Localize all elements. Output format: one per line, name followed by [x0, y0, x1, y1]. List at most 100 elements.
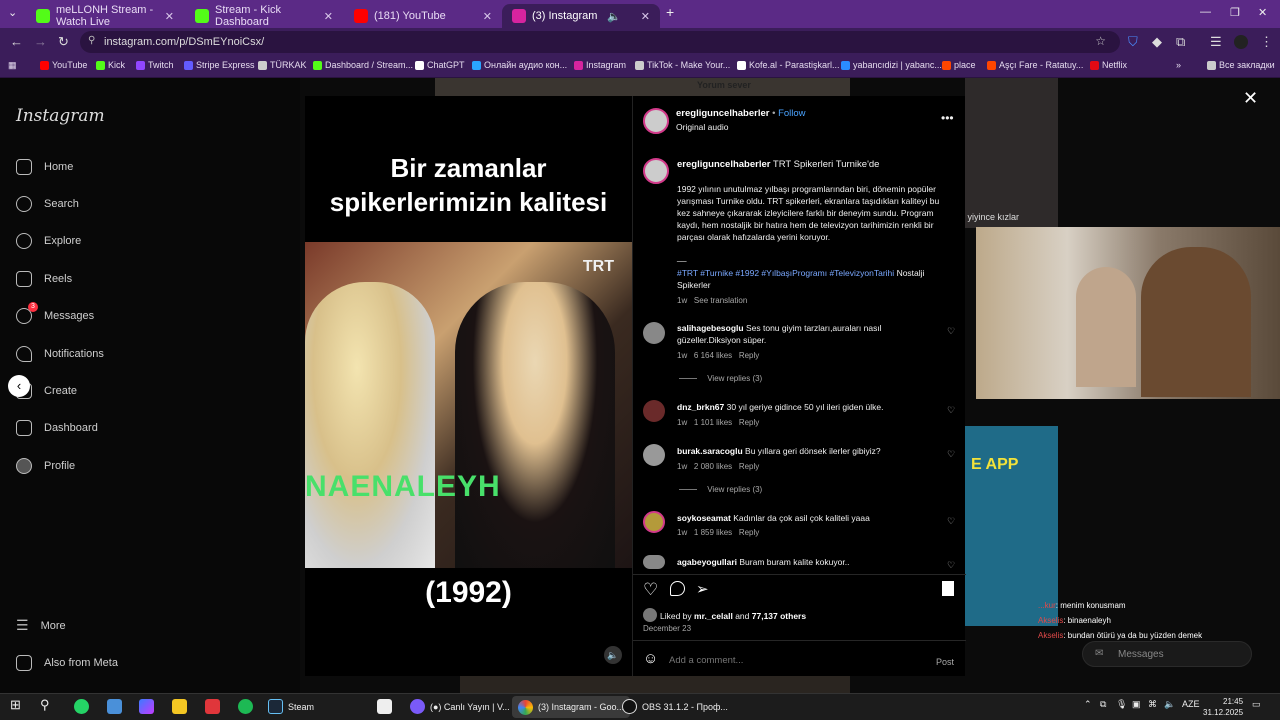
- sidebar-item-more[interactable]: ☰ More: [16, 617, 66, 634]
- comment-username[interactable]: burak.saracoglu: [677, 446, 743, 456]
- save-bookmark-icon[interactable]: [942, 581, 954, 596]
- search-icon[interactable]: ⚲: [40, 697, 50, 713]
- emoji-icon[interactable]: ☺: [643, 650, 658, 667]
- hashtags[interactable]: #TRT #Turnike #1992 #YılbaşıProgramı #Te…: [677, 268, 894, 278]
- spotify-taskbar-button[interactable]: [238, 699, 253, 714]
- capcut-taskbar-button[interactable]: [377, 699, 392, 714]
- restore-icon[interactable]: ❐: [1230, 6, 1240, 19]
- follow-button[interactable]: Follow: [778, 108, 805, 119]
- windows-start-icon[interactable]: ⊞: [10, 697, 21, 713]
- bookmark-twitch[interactable]: Twitch: [136, 60, 174, 70]
- view-replies[interactable]: View replies (3): [679, 485, 762, 494]
- original-audio-link[interactable]: Original audio: [676, 121, 728, 133]
- comment-username[interactable]: dnz_brkn67: [677, 402, 724, 412]
- sidebar-item-search[interactable]: Search: [16, 196, 79, 212]
- instagram-taskbar-button[interactable]: (3) Instagram - Goo...: [512, 696, 631, 718]
- profile-avatar-icon[interactable]: [1234, 35, 1248, 49]
- apps-grid-icon[interactable]: ▦: [8, 60, 17, 71]
- liked-by-user[interactable]: mr._celall: [694, 611, 733, 621]
- close-tab-icon[interactable]: ✕: [165, 10, 174, 23]
- tab-list-icon[interactable]: ☰: [1210, 34, 1222, 50]
- comment-likes[interactable]: 6 164 likes: [694, 351, 732, 360]
- messages-pill[interactable]: ✉ Messages: [1082, 641, 1252, 667]
- tray-network-icon[interactable]: ⌘: [1148, 699, 1157, 710]
- bookmark-dashboard[interactable]: Dashboard / Stream...: [313, 60, 413, 70]
- close-window-icon[interactable]: ✕: [1258, 6, 1267, 19]
- bookmark-star-icon[interactable]: ☆: [1095, 34, 1106, 48]
- sidebar-item-meta[interactable]: Also from Meta: [16, 655, 118, 671]
- more-bookmarks-icon[interactable]: »: [1176, 60, 1181, 70]
- close-tab-icon[interactable]: ✕: [483, 10, 492, 23]
- like-icon[interactable]: ♡: [643, 580, 658, 600]
- speaker-icon[interactable]: 🔈: [607, 10, 621, 23]
- comment-like-icon[interactable]: ♡: [947, 326, 955, 337]
- commenter-avatar[interactable]: [643, 511, 665, 533]
- likes-count[interactable]: 77,137 others: [752, 611, 806, 621]
- all-bookmarks[interactable]: Все закладки: [1207, 60, 1275, 70]
- commenter-avatar[interactable]: [643, 444, 665, 466]
- add-comment-input[interactable]: [669, 652, 899, 668]
- bookmark-chatgpt[interactable]: ChatGPT: [415, 60, 465, 70]
- minimize-icon[interactable]: —: [1200, 6, 1211, 18]
- bookmark-place[interactable]: place: [942, 60, 976, 70]
- volume-icon[interactable]: 🔈: [1164, 699, 1175, 710]
- comment-like-icon[interactable]: ♡: [947, 449, 955, 460]
- post-comment-button[interactable]: Post: [936, 656, 954, 668]
- tray-display-icon[interactable]: ▣: [1132, 699, 1141, 710]
- see-translation-link[interactable]: See translation: [694, 296, 747, 305]
- comment-icon[interactable]: [670, 581, 685, 596]
- bookmark-yabancidizi[interactable]: yabancıdizi | yabanc...: [841, 60, 942, 70]
- previous-post-icon[interactable]: ‹: [8, 375, 30, 397]
- back-icon[interactable]: ←: [10, 34, 23, 49]
- reel-video[interactable]: Bir zamanlar spikerlerimizin kalitesi TR…: [305, 96, 632, 676]
- comment-reply-button[interactable]: Reply: [739, 462, 759, 471]
- commenter-avatar[interactable]: [643, 555, 665, 569]
- comment-likes[interactable]: 2 080 likes: [694, 462, 732, 471]
- forward-icon[interactable]: →: [34, 34, 47, 49]
- reload-icon[interactable]: ↻: [58, 34, 69, 50]
- comment-username[interactable]: salihagebesoglu: [677, 323, 744, 333]
- microphone-icon[interactable]: 🎙: [1116, 699, 1127, 710]
- explorer-taskbar-button[interactable]: [107, 699, 122, 714]
- sidebar-item-messages[interactable]: 3 Messages: [16, 302, 94, 324]
- author-avatar[interactable]: [643, 108, 669, 134]
- commenter-avatar[interactable]: [643, 322, 665, 344]
- view-replies[interactable]: View replies (3): [679, 374, 762, 383]
- bookmark-stripe[interactable]: Stripe Express: [184, 60, 255, 70]
- sidebar-item-profile[interactable]: Profile: [16, 458, 75, 474]
- site-info-icon[interactable]: ⚲: [88, 35, 95, 46]
- tab-instagram[interactable]: (3) Instagram 🔈 ✕: [502, 4, 660, 28]
- close-tab-icon[interactable]: ✕: [324, 10, 333, 23]
- more-options-icon[interactable]: •••: [941, 112, 954, 124]
- comment-username[interactable]: agabeyogullari: [677, 557, 737, 567]
- comment-likes[interactable]: 1 101 likes: [694, 418, 732, 427]
- comment-like-icon[interactable]: ♡: [947, 405, 955, 416]
- bookmark-kick[interactable]: Kick: [96, 60, 125, 70]
- comment-reply-button[interactable]: Reply: [739, 351, 759, 360]
- tray-app-icon[interactable]: ⧉: [1100, 699, 1106, 710]
- caption-author-avatar[interactable]: [643, 158, 669, 184]
- close-tab-icon[interactable]: ✕: [641, 10, 650, 23]
- comment-reply-button[interactable]: Reply: [739, 528, 759, 537]
- tab-kick-watch[interactable]: meLLONH Stream - Watch Live ✕: [26, 4, 184, 28]
- app-taskbar-button[interactable]: [205, 699, 220, 714]
- bookmark-youtube[interactable]: YouTube: [40, 60, 87, 70]
- instagram-logo[interactable]: Instagram: [16, 106, 105, 126]
- comment-likes[interactable]: 1 859 likes: [694, 528, 732, 537]
- extension-diamond-icon[interactable]: ◆: [1152, 34, 1162, 50]
- extensions-puzzle-icon[interactable]: ⧉: [1176, 34, 1185, 50]
- comment-username[interactable]: soykoseamat: [677, 513, 731, 523]
- new-tab-icon[interactable]: +: [666, 4, 674, 20]
- bookmark-instagram[interactable]: Instagram: [574, 60, 626, 70]
- copilot-taskbar-button[interactable]: [139, 699, 154, 714]
- author-username[interactable]: eregliguncelhaberler: [676, 108, 769, 119]
- steam-taskbar-button[interactable]: Steam: [268, 699, 314, 714]
- browser-menu-icon[interactable]: ⋮: [1260, 34, 1273, 50]
- close-icon[interactable]: ✕: [1243, 88, 1258, 109]
- bookmark-ratatuy[interactable]: Aşçı Fare - Ratatuy...: [987, 60, 1083, 70]
- bookmark-turkak[interactable]: TÜRKAK: [258, 60, 307, 70]
- sidebar-item-dashboard[interactable]: Dashboard: [16, 420, 98, 436]
- commenter-avatar[interactable]: [643, 400, 665, 422]
- clock[interactable]: 21:45 31.12.2025: [1203, 696, 1243, 718]
- tray-overflow-icon[interactable]: ⌃: [1084, 699, 1092, 710]
